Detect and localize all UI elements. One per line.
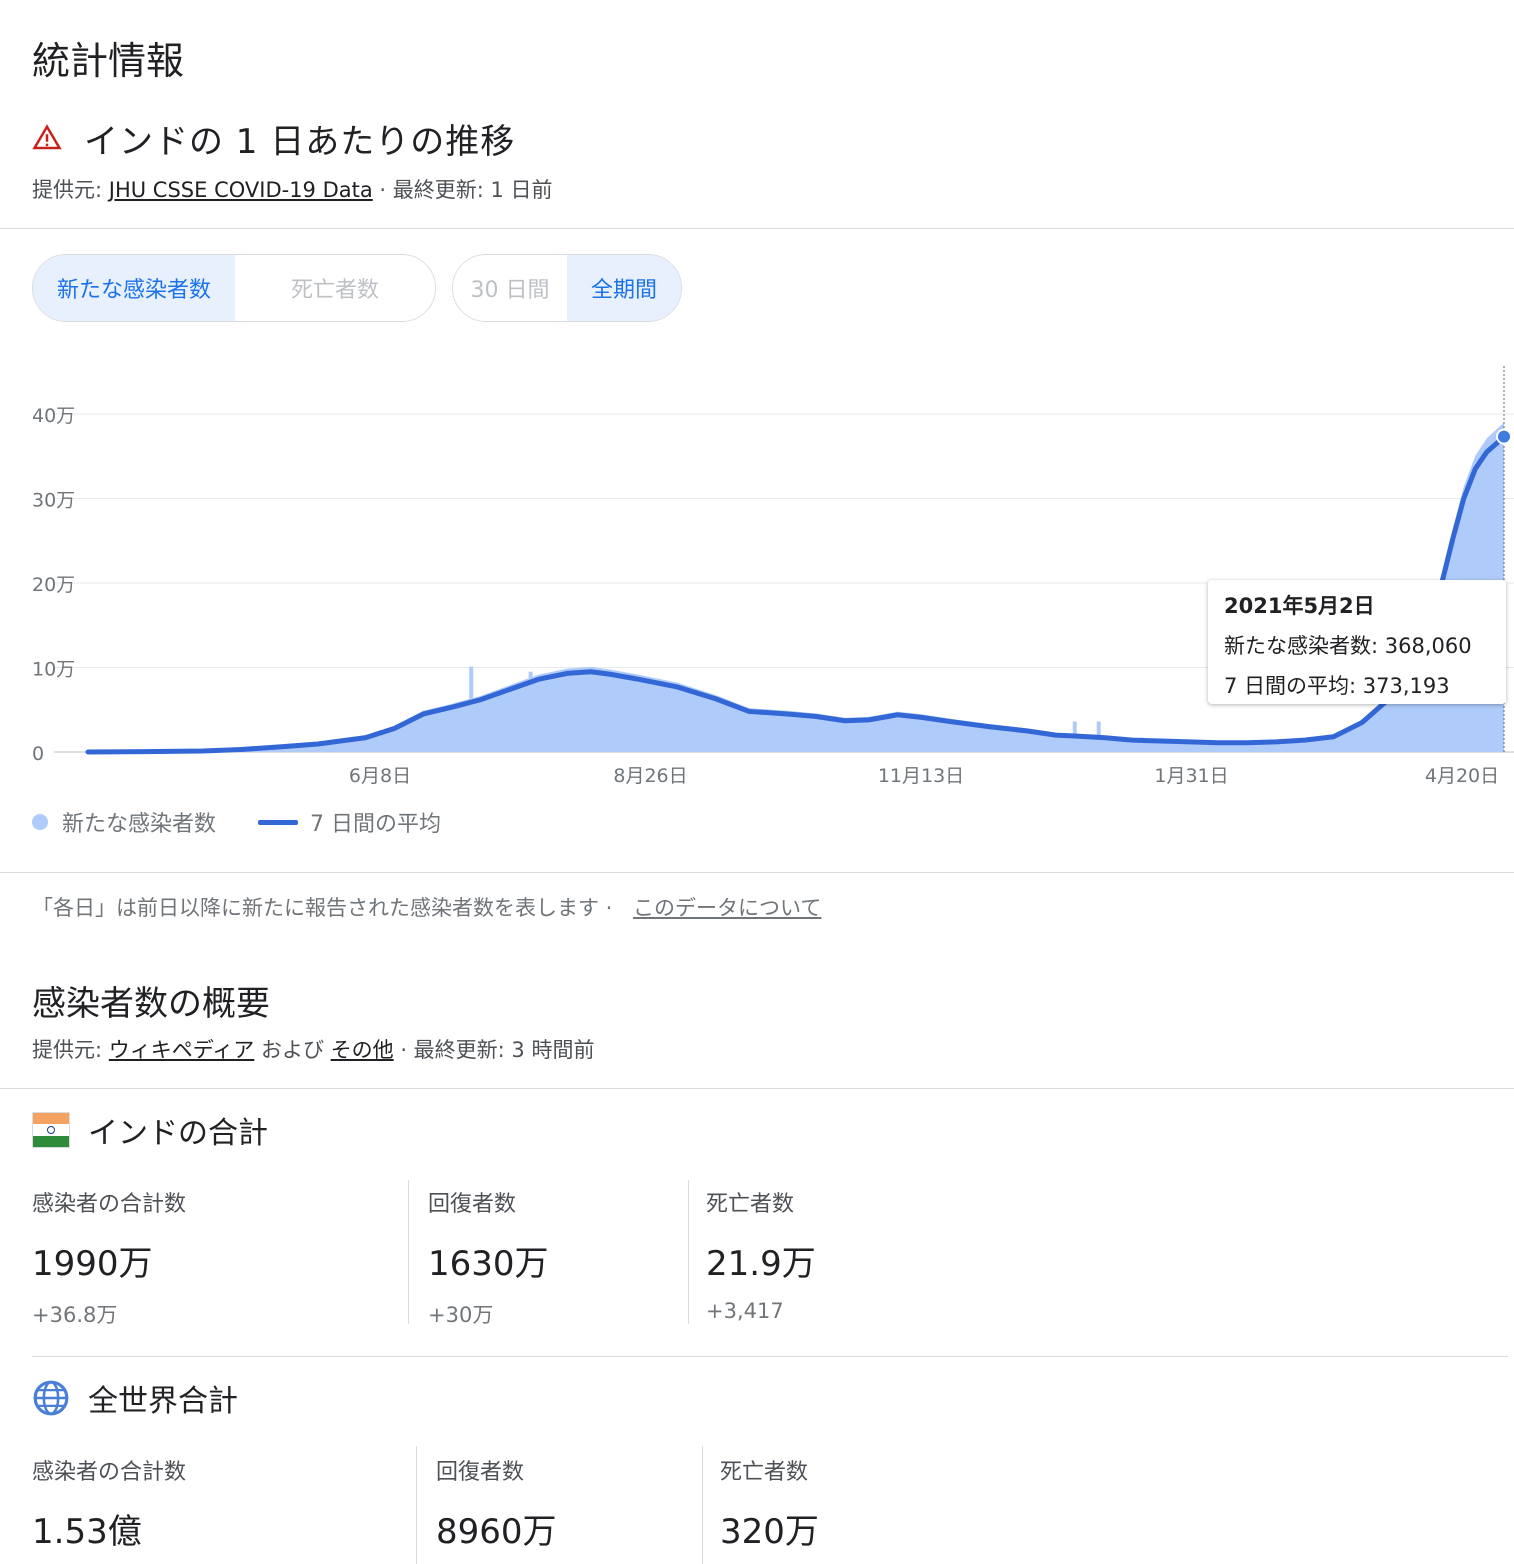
overview-title: 感染者数の概要 bbox=[32, 984, 270, 1024]
stat-separator bbox=[416, 1446, 417, 1564]
overview-source: 提供元: ウィキペディア および その他 · 最終更新: 3 時間前 bbox=[32, 1038, 595, 1062]
tooltip-average: 7 日間の平均: 373,193 bbox=[1224, 674, 1450, 698]
about-data-link[interactable]: このデータについて bbox=[633, 896, 821, 920]
tooltip-new-cases: 新たな感染者数: 368,060 bbox=[1224, 634, 1472, 658]
trend-title: インドの 1 日あたりの推移 bbox=[84, 121, 516, 162]
world-total-cases: 感染者の合計数 1.53億 bbox=[32, 1460, 187, 1552]
india-deaths: 死亡者数 21.9万 +3,417 bbox=[706, 1192, 816, 1323]
x-tick-label: 11月13日 bbox=[878, 765, 964, 787]
hover-point bbox=[1496, 428, 1512, 445]
x-tick-label: 1月31日 bbox=[1154, 765, 1228, 787]
footnote: 「各日」は前日以降に新たに報告された感染者数を表します · このデータについて bbox=[32, 896, 822, 920]
divider bbox=[32, 1356, 1508, 1357]
india-flag-icon bbox=[32, 1112, 70, 1148]
tab-all-time[interactable]: 全期間 bbox=[567, 255, 681, 321]
legend-new-cases: 新たな感染者数 bbox=[62, 812, 217, 837]
daily-bar bbox=[469, 666, 474, 752]
divider bbox=[0, 872, 1514, 873]
tooltip-date: 2021年5月2日 bbox=[1224, 594, 1375, 618]
daily-cases-chart[interactable]: 0 10万 20万 30万 40万 6月8日 8月26日 11月13日 1月31日 4月20日 bbox=[0, 340, 1514, 810]
warning-icon bbox=[32, 124, 62, 150]
tab-new-cases[interactable]: 新たな感染者数 bbox=[33, 255, 235, 321]
range-toggle: 30 日間 全期間 bbox=[452, 254, 682, 322]
section-title: 統計情報 bbox=[32, 39, 185, 83]
trend-header: インドの 1 日あたりの推移 bbox=[32, 112, 515, 164]
y-tick-label: 20万 bbox=[32, 574, 75, 596]
y-tick-label: 0 bbox=[32, 743, 44, 765]
india-total-cases: 感染者の合計数 1990万 +36.8万 bbox=[32, 1192, 187, 1327]
jhu-source-link[interactable]: JHU CSSE COVID-19 Data bbox=[109, 178, 373, 202]
stat-separator bbox=[408, 1180, 409, 1324]
india-title: インドの合計 bbox=[88, 1116, 268, 1151]
globe-icon bbox=[33, 1380, 69, 1416]
divider bbox=[0, 228, 1514, 229]
divider bbox=[0, 1088, 1514, 1089]
chart-tooltip: 2021年5月2日 新たな感染者数: 368,060 7 日間の平均: 373,… bbox=[1208, 580, 1506, 704]
y-tick-label: 40万 bbox=[32, 405, 75, 427]
legend-line-icon bbox=[258, 819, 299, 825]
legend-dot-icon bbox=[32, 814, 48, 830]
metric-toggle: 新たな感染者数 死亡者数 bbox=[32, 254, 436, 322]
y-tick-label: 30万 bbox=[32, 490, 75, 512]
tab-30-days[interactable]: 30 日間 bbox=[453, 255, 567, 321]
x-tick-label: 6月8日 bbox=[349, 765, 411, 787]
trend-source: 提供元: JHU CSSE COVID-19 Data · 最終更新: 1 日前 bbox=[32, 178, 553, 202]
others-link[interactable]: その他 bbox=[331, 1038, 394, 1062]
y-tick-label: 10万 bbox=[32, 659, 75, 681]
stat-separator bbox=[702, 1446, 703, 1564]
x-tick-label: 4月20日 bbox=[1425, 765, 1499, 787]
x-tick-label: 8月26日 bbox=[613, 765, 687, 787]
chart-legend: 新たな感染者数 7 日間の平均 bbox=[32, 804, 441, 840]
stat-separator bbox=[688, 1180, 689, 1324]
india-header: インドの合計 bbox=[32, 1108, 268, 1152]
world-header: 全世界合計 bbox=[32, 1376, 238, 1420]
world-title: 全世界合計 bbox=[88, 1384, 238, 1419]
world-deaths: 死亡者数 320万 bbox=[720, 1460, 819, 1552]
legend-average: 7 日間の平均 bbox=[310, 812, 442, 837]
tab-deaths[interactable]: 死亡者数 bbox=[235, 255, 435, 321]
wikipedia-link[interactable]: ウィキペディア bbox=[109, 1038, 255, 1062]
world-recovered: 回復者数 8960万 bbox=[436, 1460, 557, 1552]
india-recovered: 回復者数 1630万 +30万 bbox=[428, 1192, 549, 1327]
